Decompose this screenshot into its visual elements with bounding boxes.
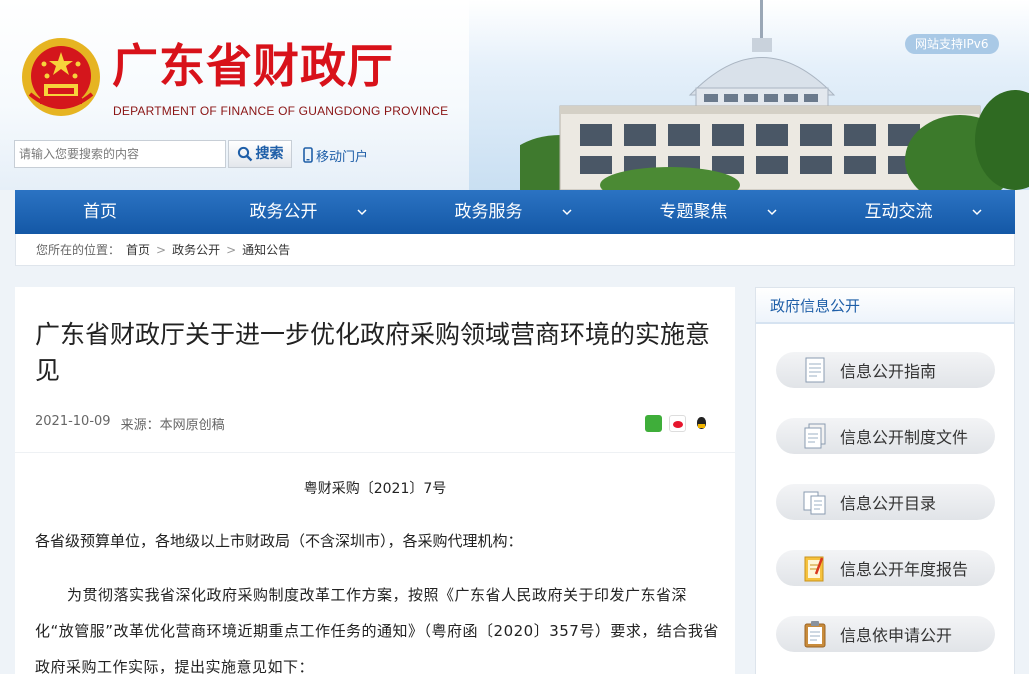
nav-item-label: 首页 xyxy=(83,202,117,222)
sidebar-item-label: 信息公开指南 xyxy=(840,362,937,381)
document-number: 粤财采购〔2021〕7号 xyxy=(303,481,447,497)
article-meta: 2021-10-09 来源：本网原创稿 xyxy=(35,414,225,433)
breadcrumb-notices-link[interactable]: 通知公告 xyxy=(242,241,290,258)
national-emblem-icon xyxy=(22,38,100,116)
mobile-phone-icon xyxy=(303,147,313,163)
nav-item-interaction[interactable]: 互动交流 xyxy=(800,190,1005,234)
sidebar-item-label: 信息公开目录 xyxy=(840,494,937,513)
weibo-icon[interactable] xyxy=(669,415,686,432)
site-title: 广东省财政厅 xyxy=(112,39,394,93)
government-building-banner xyxy=(520,0,1029,190)
sidebar-item-request-disclosure[interactable]: 信息依申请公开 xyxy=(776,616,995,652)
info-disclosure-sidebar: 政府信息公开 信息公开指南 信息公开制度文件 信息公开目录 信息公开年度报告 信… xyxy=(755,287,1015,674)
article-paragraph-intro: 为贯彻落实我省深化政府采购制度改革工作方案，按照《广东省人民政府关于印发广东省深… xyxy=(35,586,719,674)
article-divider xyxy=(15,452,735,453)
site-subtitle: DEPARTMENT OF FINANCE OF GUANGDONG PROVI… xyxy=(113,104,449,118)
breadcrumb-government-affairs-link[interactable]: 政务公开 xyxy=(172,241,220,258)
main-nav: 首页 政务公开 政务服务 专题聚焦 互动交流 xyxy=(15,190,1015,234)
site-header: 广东省财政厅 DEPARTMENT OF FINANCE OF GUANGDON… xyxy=(0,0,1029,190)
chevron-down-icon xyxy=(562,209,572,216)
search-button[interactable]: 搜索 xyxy=(228,140,292,168)
search-input[interactable]: 请输入您要搜索的内容 xyxy=(14,140,226,168)
breadcrumb-separator: > xyxy=(156,242,167,257)
sidebar-item-disclosure-catalog[interactable]: 信息公开目录 xyxy=(776,484,995,520)
nav-item-government-services[interactable]: 政务服务 xyxy=(390,190,595,234)
chevron-down-icon xyxy=(357,209,367,216)
search-button-label: 搜索 xyxy=(255,146,284,162)
guide-doc-icon xyxy=(800,355,830,385)
wechat-icon[interactable] xyxy=(645,415,662,432)
article-paragraph-addressees: 各省级预算单位，各地级以上市财政局（不含深圳市），各采购代理机构： xyxy=(35,532,523,550)
clipboard-icon xyxy=(800,619,830,649)
breadcrumb-home-link[interactable]: 首页 xyxy=(126,241,150,258)
nav-item-special-topics[interactable]: 专题聚焦 xyxy=(595,190,800,234)
catalog-icon xyxy=(800,487,830,517)
rules-doc-icon xyxy=(800,421,830,451)
breadcrumb: 您所在的位置： 首页 > 政务公开 > 通知公告 xyxy=(15,234,1015,266)
sidebar-heading: 政府信息公开 xyxy=(756,288,1014,324)
chevron-down-icon xyxy=(767,209,777,216)
share-bar xyxy=(645,415,710,432)
qq-icon[interactable] xyxy=(693,415,710,432)
nav-item-home[interactable]: 首页 xyxy=(15,190,185,234)
chevron-down-icon xyxy=(972,209,982,216)
search-icon xyxy=(237,146,252,162)
article-panel: 广东省财政厅关于进一步优化政府采购领域营商环境的实施意见 2021-10-09 … xyxy=(15,287,735,674)
mobile-portal-label: 移动门户 xyxy=(316,149,369,165)
mobile-portal-link[interactable]: 移动门户 xyxy=(303,145,368,165)
article-date: 2021-10-09 xyxy=(35,414,111,429)
article-title: 广东省财政厅关于进一步优化政府采购领域营商环境的实施意见 xyxy=(35,320,711,385)
ipv6-badge: 网站支持IPv6 xyxy=(905,34,999,54)
nav-item-government-affairs[interactable]: 政务公开 xyxy=(185,190,390,234)
sidebar-item-label: 信息依申请公开 xyxy=(840,626,953,645)
breadcrumb-prefix: 您所在的位置： xyxy=(36,243,121,257)
sidebar-item-disclosure-rules[interactable]: 信息公开制度文件 xyxy=(776,418,995,454)
annual-report-icon xyxy=(800,553,830,583)
sidebar-item-label: 信息公开年度报告 xyxy=(840,560,969,579)
article-source: 来源：本网原创稿 xyxy=(120,418,225,433)
sidebar-item-annual-report[interactable]: 信息公开年度报告 xyxy=(776,550,995,586)
breadcrumb-separator: > xyxy=(226,242,237,257)
sidebar-item-label: 信息公开制度文件 xyxy=(840,428,969,447)
sidebar-item-disclosure-guide[interactable]: 信息公开指南 xyxy=(776,352,995,388)
